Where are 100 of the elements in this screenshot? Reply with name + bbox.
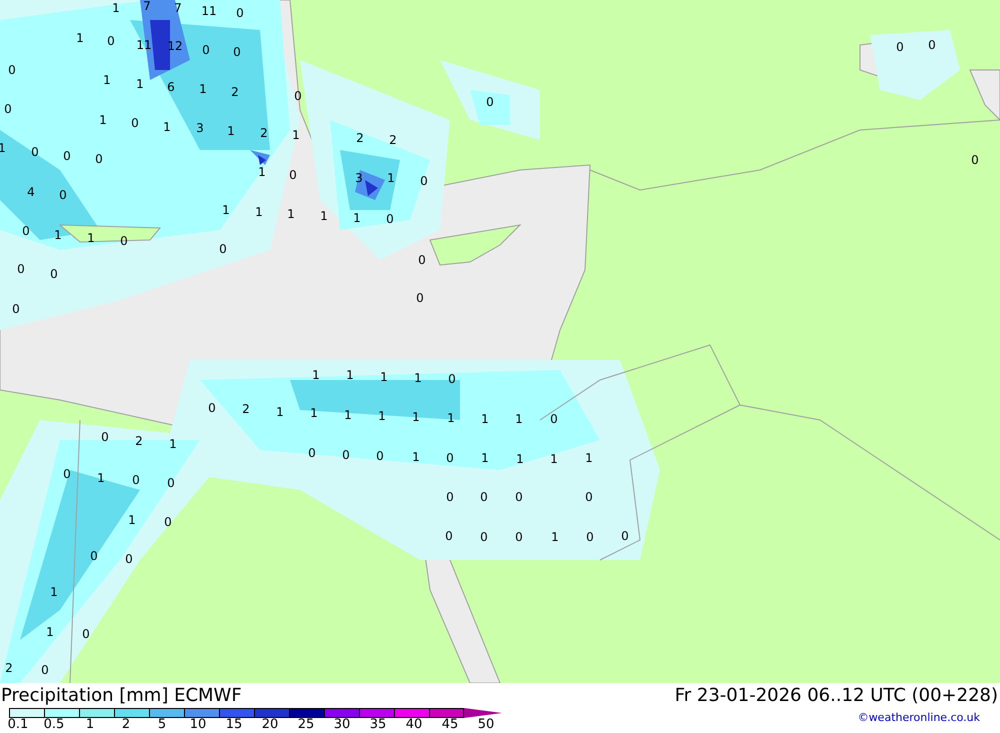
precipitation-value: 1	[97, 472, 105, 484]
precipitation-value: 1	[287, 208, 295, 220]
precipitation-value: 1	[258, 166, 266, 178]
legend-value: 10	[188, 718, 208, 732]
precipitation-value: 1	[320, 210, 328, 222]
precipitation-value: 0	[167, 477, 175, 489]
precipitation-value: 0	[586, 531, 594, 543]
precipitation-value: 0	[294, 90, 302, 102]
precipitation-value: 0	[448, 373, 456, 385]
precipitation-value: 0	[289, 169, 297, 181]
precipitation-value: 2	[135, 435, 143, 447]
precipitation-value: 2	[5, 662, 13, 674]
precipitation-value: 0	[585, 491, 593, 503]
legend-value: 45	[440, 718, 460, 732]
legend-value: 0.1	[6, 718, 30, 732]
precipitation-value: 1	[292, 129, 300, 141]
precipitation-value: 1	[103, 74, 111, 86]
precipitation-value: 1	[312, 369, 320, 381]
precipitation-value: 0	[31, 146, 39, 158]
precipitation-value: 0	[4, 103, 12, 115]
precipitation-value: 0	[971, 154, 979, 166]
precipitation-value: 0	[95, 153, 103, 165]
precipitation-value: 0	[59, 189, 67, 201]
precipitation-value: 2	[356, 132, 364, 144]
precipitation-value: 0	[342, 449, 350, 461]
precipitation-value: 0	[17, 263, 25, 275]
legend-value: 20	[260, 718, 280, 732]
precipitation-value: 0	[208, 402, 216, 414]
precipitation-value: 1	[169, 438, 177, 450]
precipitation-value: 1	[76, 32, 84, 44]
precipitation-value: 0	[219, 243, 227, 255]
precipitation-value: 1	[515, 413, 523, 425]
precipitation-value: 1	[136, 78, 144, 90]
precipitation-value: 0	[101, 431, 109, 443]
precipitation-value: 0	[50, 268, 58, 280]
precipitation-value: 0	[12, 303, 20, 315]
map-title: Precipitation [mm] ECMWF	[1, 684, 242, 706]
precipitation-value: 1	[227, 125, 235, 137]
legend-value: 2	[120, 718, 132, 732]
precipitation-value: 6	[167, 81, 175, 93]
precipitation-value: 1	[378, 410, 386, 422]
precipitation-value: 12	[167, 40, 183, 52]
legend-value: 30	[332, 718, 352, 732]
precipitation-value: 0	[90, 550, 98, 562]
precipitation-value: 0	[22, 225, 30, 237]
legend-value: 0.5	[42, 718, 66, 732]
legend-value: 50	[476, 718, 496, 732]
precipitation-value: 0	[202, 44, 210, 56]
precipitation-value: 0	[125, 553, 133, 565]
legend-value: 40	[404, 718, 424, 732]
precipitation-value: 4	[27, 186, 35, 198]
precipitation-value: 1	[447, 412, 455, 424]
legend-value: 1	[84, 718, 96, 732]
precipitation-value: 0	[446, 452, 454, 464]
precipitation-value: 1	[516, 453, 524, 465]
valid-time: Fr 23-01-2026 06..12 UTC (00+228)	[674, 684, 998, 706]
precipitation-value: 1	[54, 229, 62, 241]
precipitation-value: 1	[551, 531, 559, 543]
precipitation-value: 2	[260, 127, 268, 139]
precipitation-value: 1	[112, 2, 120, 14]
precipitation-value: 0	[480, 531, 488, 543]
legend-value: 15	[224, 718, 244, 732]
precipitation-value: 1	[344, 409, 352, 421]
precipitation-value: 0	[515, 491, 523, 503]
precipitation-value: 0	[63, 150, 71, 162]
precipitation-value: 1	[412, 451, 420, 463]
precipitation-value: 0	[621, 530, 629, 542]
precipitation-value: 0	[480, 491, 488, 503]
precipitation-value: 0	[107, 35, 115, 47]
precipitation-value: 3	[196, 122, 204, 134]
precipitation-value: 1	[255, 206, 263, 218]
precipitation-value: 0	[41, 664, 49, 676]
legend-value: 35	[368, 718, 388, 732]
precipitation-value: 2	[231, 86, 239, 98]
precipitation-value: 1	[412, 411, 420, 423]
precipitation-value: 11	[136, 39, 152, 51]
precipitation-value: 0	[164, 516, 172, 528]
precipitation-value: 0	[418, 254, 426, 266]
precipitation-value: 1	[199, 83, 207, 95]
precipitation-value: 0	[896, 41, 904, 53]
precipitation-value: 0	[550, 413, 558, 425]
precipitation-value: 0	[8, 64, 16, 76]
legend-value: 25	[296, 718, 316, 732]
precipitation-value: 1	[414, 372, 422, 384]
precipitation-value: 2	[242, 403, 250, 415]
precipitation-value: 1	[128, 514, 136, 526]
precipitation-value: 0	[132, 474, 140, 486]
precipitation-value: 1	[481, 413, 489, 425]
credit-text: ©weatheronline.co.uk	[858, 711, 980, 724]
precipitation-value: 0	[446, 491, 454, 503]
precipitation-value: 0	[131, 117, 139, 129]
precipitation-value: 0	[82, 628, 90, 640]
precipitation-value: 0	[308, 447, 316, 459]
precipitation-value: 0	[486, 96, 494, 108]
precipitation-value: 0	[416, 292, 424, 304]
precipitation-value: 0	[120, 235, 128, 247]
precipitation-value: 0	[928, 39, 936, 51]
precipitation-value: 7	[143, 0, 151, 12]
precipitation-value: 1	[346, 369, 354, 381]
precipitation-value: 1	[99, 114, 107, 126]
